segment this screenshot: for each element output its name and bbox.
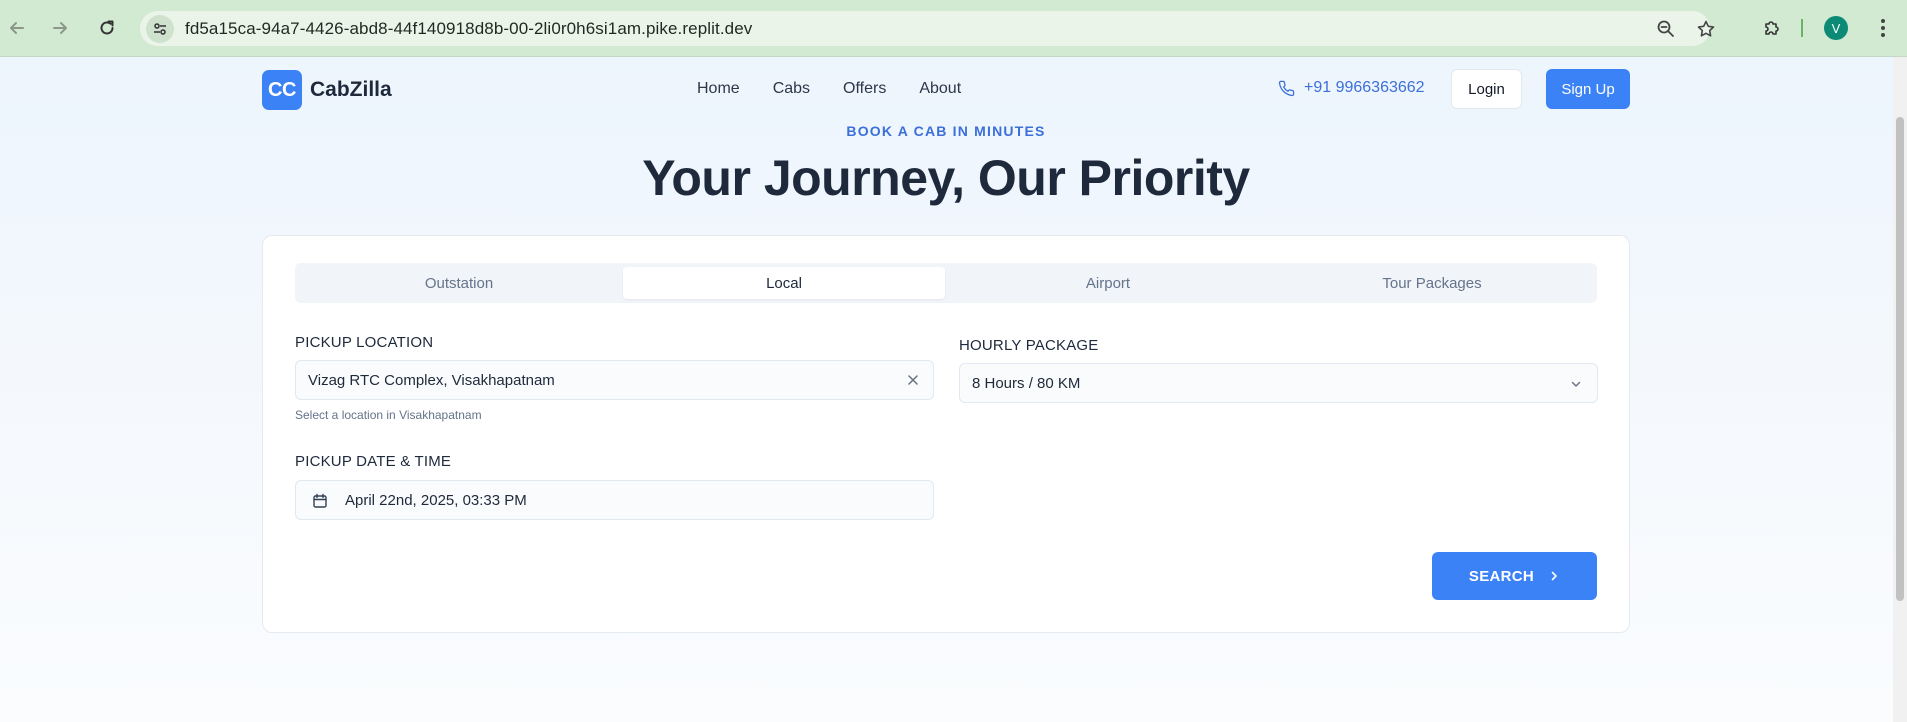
tab-outstation[interactable]: Outstation [299, 267, 619, 299]
extensions-button[interactable] [1757, 13, 1787, 43]
calendar-icon [311, 492, 329, 510]
address-bar[interactable]: fd5a15ca-94a7-4426-abd8-44f140918d8b-00-… [140, 11, 1715, 46]
zoom-button[interactable] [1654, 17, 1678, 41]
arrow-right-icon [53, 22, 67, 34]
reload-button[interactable] [92, 13, 122, 43]
menu-dot [1881, 33, 1885, 37]
login-button[interactable]: Login [1451, 69, 1522, 109]
pickup-helper-text: Select a location in Visakhapatnam [295, 408, 482, 422]
nav-cabs[interactable]: Cabs [773, 80, 810, 98]
phone-number: +91 9966363662 [1304, 79, 1425, 96]
phone-icon [1278, 80, 1295, 96]
brand-name[interactable]: CabZilla [310, 78, 392, 102]
pickup-location-value: Vizag RTC Complex, Visakhapatnam [308, 372, 555, 389]
chevron-right-icon [1551, 571, 1557, 581]
bookmark-button[interactable] [1694, 17, 1718, 41]
menu-dot [1881, 19, 1885, 23]
main-nav: Home Cabs Offers About [697, 80, 961, 98]
profile-avatar[interactable]: V [1824, 16, 1848, 40]
star-icon [1697, 20, 1715, 37]
chevron-down-icon [1567, 375, 1585, 393]
phone-link[interactable]: +91 9966363662 [1278, 79, 1425, 97]
tune-icon [154, 23, 166, 35]
signup-button[interactable]: Sign Up [1546, 69, 1630, 109]
close-icon [908, 375, 918, 385]
nav-offers[interactable]: Offers [843, 80, 886, 98]
pickup-datetime-picker[interactable]: April 22nd, 2025, 03:33 PM [295, 480, 934, 520]
back-button[interactable] [2, 13, 32, 43]
reload-icon [100, 20, 114, 35]
tab-airport[interactable]: Airport [947, 267, 1269, 299]
hourly-package-value: 8 Hours / 80 KM [972, 375, 1081, 392]
clear-pickup-button[interactable] [903, 370, 923, 390]
pickup-datetime-label: PICKUP DATE & TIME [295, 453, 452, 470]
forward-button[interactable] [45, 13, 75, 43]
page: CC CabZilla Home Cabs Offers About +91 9… [0, 57, 1907, 722]
hero-title: Your Journey, Our Priority [642, 150, 1250, 206]
menu-dot [1881, 26, 1885, 30]
trip-type-tabs: Outstation Local Airport Tour Packages [295, 263, 1597, 303]
hourly-package-label: HOURLY PACKAGE [959, 337, 1099, 354]
pickup-location-label: PICKUP LOCATION [295, 334, 434, 351]
zoom-out-icon [1657, 20, 1674, 37]
toolbar-divider [1801, 19, 1803, 37]
search-button[interactable]: SEARCH [1432, 552, 1597, 600]
booking-card: Outstation Local Airport Tour Packages P… [262, 235, 1630, 633]
browser-menu-button[interactable] [1870, 15, 1896, 41]
browser-toolbar: fd5a15ca-94a7-4426-abd8-44f140918d8b-00-… [0, 0, 1907, 56]
search-button-label: SEARCH [1468, 567, 1535, 585]
site-info-button[interactable] [146, 15, 174, 43]
hourly-package-select[interactable]: 8 Hours / 80 KM [959, 363, 1598, 403]
nav-home[interactable]: Home [697, 80, 740, 98]
nav-about[interactable]: About [919, 80, 961, 98]
pickup-location-input[interactable]: Vizag RTC Complex, Visakhapatnam [295, 360, 934, 400]
hero-eyebrow: BOOK A CAB IN MINUTES [846, 123, 1046, 139]
scrollbar-thumb[interactable] [1896, 117, 1904, 601]
url-text[interactable]: fd5a15ca-94a7-4426-abd8-44f140918d8b-00-… [185, 19, 752, 39]
tab-local[interactable]: Local [623, 267, 945, 299]
puzzle-icon [1765, 21, 1779, 35]
tab-tour-packages[interactable]: Tour Packages [1271, 267, 1593, 299]
pickup-datetime-value: April 22nd, 2025, 03:33 PM [345, 492, 527, 509]
arrow-left-icon [10, 22, 24, 34]
logo-mark[interactable]: CC [262, 70, 302, 110]
page-scrollbar[interactable] [1893, 57, 1907, 722]
